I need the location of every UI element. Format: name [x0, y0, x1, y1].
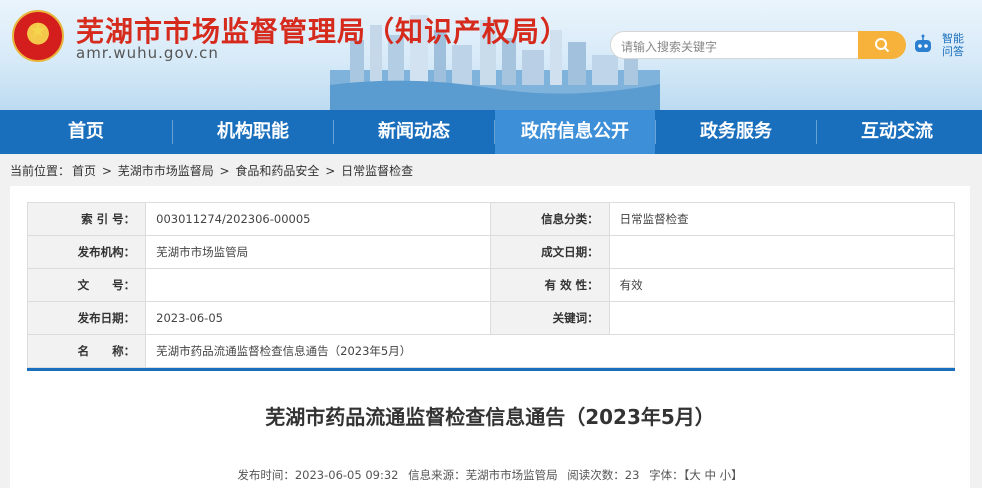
search-icon — [875, 38, 890, 53]
article-info: 发布时间：2023-06-05 09:32 信息来源：芜湖市市场监管局 阅读次数… — [10, 467, 970, 483]
table-row: 发布机构： 芜湖市市场监管局 成文日期： — [26, 235, 956, 269]
nav-item-news[interactable]: 新闻动态 — [334, 110, 494, 154]
smart-qa-link[interactable]: 智能问答 — [942, 32, 972, 58]
breadcrumb: 当前位置： 首页 > 芜湖市市场监督局 > 食品和药品安全 > 日常监督检查 — [10, 162, 415, 179]
header-banner: ★ 芜湖市市场监督管理局（知识产权局） amr.wuhu.gov.cn 请输入搜… — [0, 0, 982, 110]
category-label: 信息分类： — [490, 202, 610, 236]
breadcrumb-separator: > — [215, 164, 234, 178]
info-source: 信息来源：芜湖市市场监管局 — [408, 468, 558, 482]
font-size-selector[interactable]: 字体：【大 中 小】 — [649, 468, 743, 482]
document-number-label: 文 号： — [26, 268, 147, 302]
nav-item-gov-info[interactable]: 政府信息公开 — [495, 110, 655, 154]
breadcrumb-item-food-drug[interactable]: 食品和药品安全 — [235, 164, 319, 178]
search-input[interactable]: 请输入搜索关键字 — [610, 31, 860, 59]
document-metadata-table: 索 引 号： 003011274/202306-00005 信息分类： 日常监督… — [26, 202, 956, 368]
name-label: 名 称： — [26, 334, 147, 368]
robot-icon[interactable] — [912, 34, 934, 56]
breadcrumb-prefix: 当前位置： — [10, 164, 71, 178]
index-number-label: 索 引 号： — [26, 202, 147, 236]
nav-item-services[interactable]: 政务服务 — [656, 110, 816, 154]
table-row: 索 引 号： 003011274/202306-00005 信息分类： 日常监督… — [26, 202, 956, 236]
validity-label: 有 效 性： — [490, 268, 610, 302]
name-value: 芜湖市药品流通监督检查信息通告（2023年5月） — [145, 334, 955, 368]
breadcrumb-separator: > — [321, 164, 340, 178]
publish-time: 发布时间：2023-06-05 09:32 — [237, 468, 399, 482]
keywords-label: 关键词： — [490, 301, 610, 335]
article-title: 芜湖市药品流通监督检查信息通告（2023年5月） — [265, 405, 715, 429]
search-button[interactable] — [858, 31, 906, 59]
document-number-value — [145, 268, 492, 302]
created-date-label: 成文日期： — [490, 235, 610, 269]
breadcrumb-item-inspection[interactable]: 日常监督检查 — [341, 164, 413, 178]
created-date-value — [608, 235, 956, 269]
keywords-value — [608, 301, 956, 335]
breadcrumb-item-bureau[interactable]: 芜湖市市场监督局 — [118, 164, 214, 178]
nav-item-home[interactable]: 首页 — [0, 110, 172, 154]
table-row: 名 称： 芜湖市药品流通监督检查信息通告（2023年5月） — [26, 334, 955, 368]
nav-item-interaction[interactable]: 互动交流 — [817, 110, 977, 154]
national-emblem-logo: ★ — [12, 10, 64, 62]
breadcrumb-separator: > — [98, 164, 116, 178]
main-nav: 首页 机构职能 新闻动态 政府信息公开 政务服务 互动交流 — [0, 110, 982, 154]
publisher-label: 发布机构： — [26, 235, 147, 269]
view-count: 阅读次数：23 — [567, 468, 640, 482]
publisher-value: 芜湖市市场监管局 — [145, 235, 492, 269]
table-row: 发布日期： 2023-06-05 关键词： — [26, 301, 956, 335]
nav-item-functions[interactable]: 机构职能 — [173, 110, 333, 154]
table-row: 文 号： 有 效 性： 有效 — [26, 268, 956, 302]
site-domain: amr.wuhu.gov.cn — [76, 44, 219, 62]
content-panel: 索 引 号： 003011274/202306-00005 信息分类： 日常监督… — [10, 186, 970, 488]
index-number-value: 003011274/202306-00005 — [145, 202, 492, 236]
publish-date-label: 发布日期： — [26, 301, 147, 335]
publish-date-value: 2023-06-05 — [145, 301, 492, 335]
metadata-bottom-bar — [27, 368, 955, 371]
validity-value: 有效 — [608, 268, 956, 302]
breadcrumb-item-home[interactable]: 首页 — [72, 164, 96, 178]
category-value: 日常监督检查 — [608, 202, 956, 236]
